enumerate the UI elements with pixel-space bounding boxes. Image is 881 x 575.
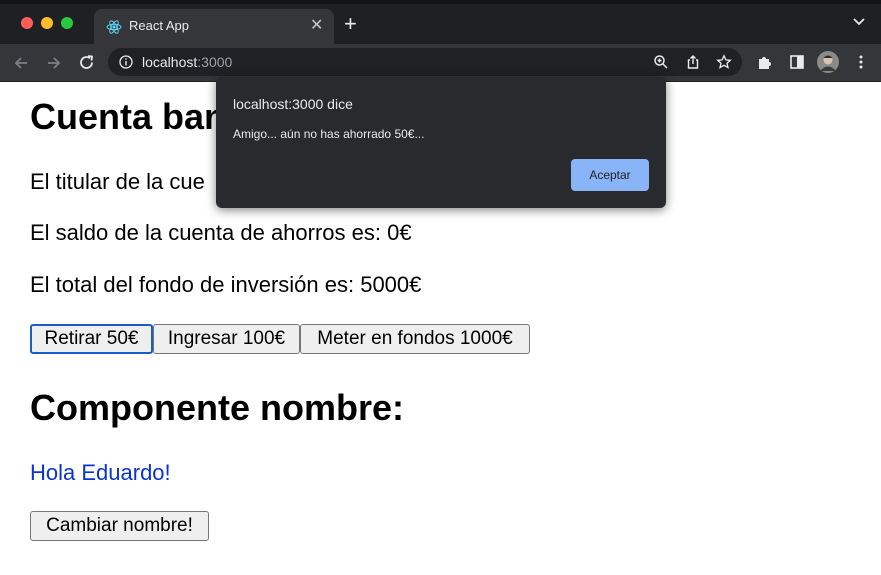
bookmark-star-icon[interactable] [716,54,732,70]
tab-title: React App [129,18,189,33]
withdraw-button[interactable]: Retirar 50€ [30,324,153,354]
alert-dialog: localhost:3000 dice Amigo... aún no has … [216,77,666,208]
forward-arrow-icon[interactable] [46,55,62,71]
new-tab-button[interactable]: + [344,13,357,35]
react-logo-icon [106,20,122,34]
account-heading: Cuenta ban [30,96,227,137]
share-icon[interactable] [685,54,701,70]
url-port: :3000 [197,54,233,70]
accept-button[interactable]: Aceptar [571,159,649,191]
more-menu-icon[interactable] [853,54,869,70]
window-minimize-button[interactable] [41,17,53,29]
name-component-heading: Componente nombre: [30,387,404,428]
dialog-message: Amigo... aún no has ahorrado 50€... [233,127,425,141]
change-name-button[interactable]: Cambiar nombre! [30,511,209,541]
window-close-button[interactable] [21,17,33,29]
savings-balance-text: El saldo de la cuenta de ahorros es: 0€ [30,220,412,245]
address-bar[interactable]: localhost:3000 [108,48,742,76]
browser-tab-strip: React App ✕ + [0,0,881,44]
back-arrow-icon[interactable] [13,55,29,71]
dialog-title: localhost:3000 dice [233,96,353,112]
invest-button[interactable]: Meter en fondos 1000€ [300,324,530,354]
browser-tab[interactable]: React App ✕ [94,9,334,44]
extensions-puzzle-icon[interactable] [757,54,773,70]
investment-total-text: El total del fondo de inversión es: 5000… [30,272,422,297]
site-info-icon[interactable] [119,55,133,69]
window-top-edge [0,0,881,4]
tab-close-icon[interactable]: ✕ [310,15,323,35]
greeting-text: Hola Eduardo! [30,460,171,485]
reload-icon[interactable] [78,54,95,71]
url-host: localhost [142,54,198,70]
tab-search-chevron-down-icon[interactable] [852,15,866,29]
zoom-icon[interactable] [653,54,669,70]
account-holder-text: El titular de la cue [30,169,205,194]
profile-avatar[interactable] [817,51,839,73]
url-text: localhost:3000 [142,54,232,70]
side-panel-icon[interactable] [789,54,805,70]
window-maximize-button[interactable] [61,17,73,29]
deposit-button[interactable]: Ingresar 100€ [153,324,300,354]
